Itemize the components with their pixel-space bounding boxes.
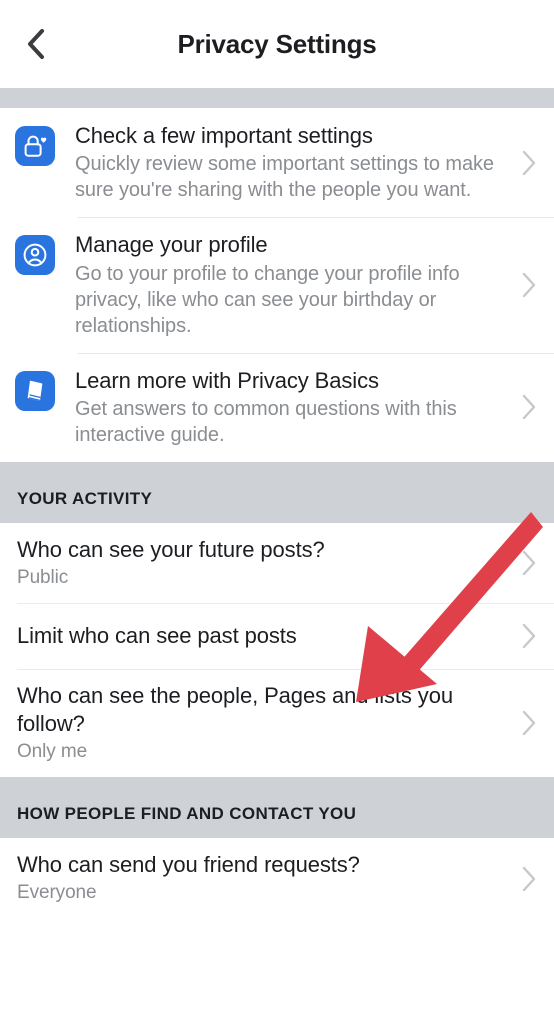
row-title: Limit who can see past posts xyxy=(17,623,297,649)
lock-heart-icon xyxy=(15,126,55,166)
page-title: Privacy Settings xyxy=(177,28,377,59)
privacy-checkup-group: Check a few important settings Quickly r… xyxy=(0,108,554,462)
section-header-how-people-find-you: HOW PEOPLE FIND AND CONTACT YOU xyxy=(0,777,554,839)
contact-group: Who can send you friend requests? Everyo… xyxy=(0,838,554,919)
row-text: Learn more with Privacy Basics Get answe… xyxy=(75,367,508,448)
row-who-can-send-friend-requests[interactable]: Who can send you friend requests? Everyo… xyxy=(0,838,554,919)
row-title: Check a few important settings xyxy=(75,123,373,148)
row-subtitle: Get answers to common questions with thi… xyxy=(75,397,457,446)
row-text: Who can see the people, Pages and lists … xyxy=(17,682,508,764)
row-value: Only me xyxy=(17,740,88,762)
row-title: Who can send you friend requests? xyxy=(17,852,360,878)
row-title: Who can see your future posts? xyxy=(17,536,325,562)
row-manage-your-profile[interactable]: Manage your profile Go to your profile t… xyxy=(0,217,554,353)
row-title: Manage your profile xyxy=(75,232,268,258)
row-privacy-basics[interactable]: Learn more with Privacy Basics Get answe… xyxy=(0,352,554,462)
row-text: Who can send you friend requests? Everyo… xyxy=(17,851,508,905)
section-divider-band xyxy=(0,88,554,108)
row-title: Who can see the people, Pages and lists … xyxy=(17,683,453,736)
chevron-right-icon xyxy=(518,547,540,579)
row-value: Everyone xyxy=(17,882,97,904)
row-who-can-see-follows[interactable]: Who can see the people, Pages and lists … xyxy=(0,669,554,778)
profile-circle-icon xyxy=(15,235,55,276)
chevron-right-icon xyxy=(518,147,540,179)
chevron-right-icon xyxy=(518,269,540,301)
section-header-your-activity: YOUR ACTIVITY xyxy=(0,461,554,523)
your-activity-group: Who can see your future posts? Public Li… xyxy=(0,522,554,778)
row-check-important-settings[interactable]: Check a few important settings Quickly r… xyxy=(0,108,554,218)
row-text: Who can see your future posts? Public xyxy=(17,536,508,590)
row-text: Check a few important settings Quickly r… xyxy=(75,122,508,203)
row-text: Manage your profile Go to your profile t… xyxy=(75,231,508,338)
chevron-left-icon xyxy=(26,28,46,60)
row-who-can-see-future-posts[interactable]: Who can see your future posts? Public xyxy=(0,522,554,604)
privacy-settings-screen: Privacy Settings Check a few important s… xyxy=(0,0,554,1024)
chevron-right-icon xyxy=(518,391,540,423)
row-title: Learn more with Privacy Basics xyxy=(75,367,379,393)
chevron-right-icon xyxy=(518,707,540,739)
app-header: Privacy Settings xyxy=(0,0,554,88)
row-value: Public xyxy=(17,566,69,588)
row-subtitle: Quickly review some important settings t… xyxy=(75,153,494,202)
chevron-right-icon xyxy=(518,863,540,895)
chevron-right-icon xyxy=(518,620,540,652)
row-limit-past-posts[interactable]: Limit who can see past posts xyxy=(0,603,554,670)
back-button[interactable] xyxy=(14,22,58,66)
book-icon xyxy=(15,370,55,411)
row-subtitle: Go to your profile to change your profil… xyxy=(75,262,460,337)
row-text: Limit who can see past posts xyxy=(17,622,508,650)
